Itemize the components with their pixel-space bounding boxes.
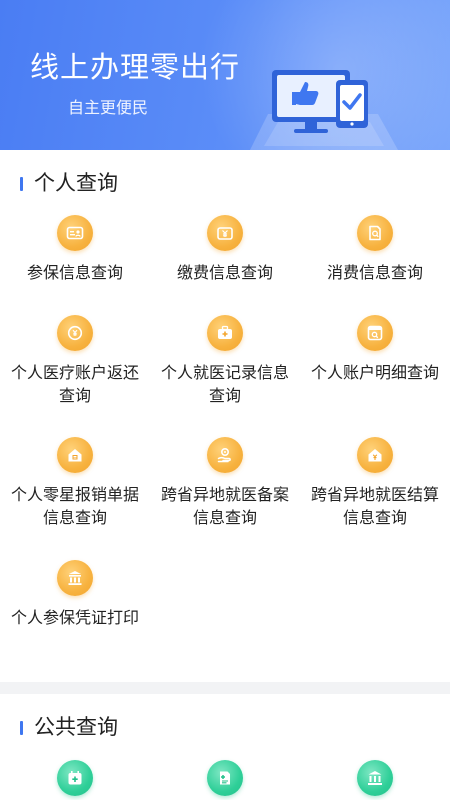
item-label: 缴费信息查询 — [176, 263, 273, 282]
banner-title: 线上办理零出行 — [30, 50, 241, 84]
public-item-2[interactable] — [150, 760, 300, 800]
item-insurance-certificate-print[interactable]: 个人参保凭证打印 — [0, 560, 150, 650]
item-insurance-info[interactable]: 参保信息查询 — [0, 215, 150, 295]
public-query-section: 公共查询 — [0, 694, 450, 800]
house-document-icon — [57, 437, 93, 473]
item-label: 参保信息查询 — [26, 263, 123, 282]
public-item-1[interactable] — [0, 760, 150, 800]
item-label: 跨省异地就医结算信息查询 — [310, 485, 439, 527]
refund-yuan-icon — [57, 315, 93, 351]
institution-icon — [357, 760, 393, 796]
item-account-detail[interactable]: 个人账户明细查询 — [300, 315, 450, 405]
location-hand-icon — [207, 437, 243, 473]
print-certificate-icon — [57, 560, 93, 596]
item-label: 跨省异地就医备案信息查询 — [160, 485, 289, 527]
personal-query-section: 个人查询 参保信息查询 缴费信息查询 消费信息查询 个人医疗账户返还查询 个人就… — [0, 150, 450, 682]
item-label: 个人零星报销单据信息查询 — [10, 485, 139, 527]
id-card-icon — [57, 215, 93, 251]
item-medical-account-refund[interactable]: 个人医疗账户返还查询 — [0, 315, 150, 405]
public-item-3[interactable] — [300, 760, 450, 800]
banner-subtitle: 自主更便民 — [68, 98, 149, 117]
section-title: 公共查询 — [34, 715, 118, 739]
section-accent-bar — [20, 177, 23, 191]
section-title: 个人查询 — [34, 171, 118, 195]
house-settlement-icon — [357, 437, 393, 473]
medical-record-icon — [207, 760, 243, 796]
top-banner: 线上办理零出行 自主更便民 — [0, 0, 450, 150]
receipt-search-icon — [357, 215, 393, 251]
calendar-plus-icon — [57, 760, 93, 796]
item-label: 个人账户明细查询 — [310, 363, 439, 382]
medical-kit-icon — [207, 315, 243, 351]
item-label: 个人就医记录信息查询 — [160, 363, 289, 405]
item-label: 个人参保凭证打印 — [10, 608, 139, 627]
item-cross-province-filing[interactable]: 跨省异地就医备案信息查询 — [150, 437, 300, 527]
section-accent-bar — [20, 721, 23, 735]
item-medical-record-info[interactable]: 个人就医记录信息查询 — [150, 315, 300, 405]
item-sporadic-reimbursement[interactable]: 个人零星报销单据信息查询 — [0, 437, 150, 527]
account-detail-icon — [357, 315, 393, 351]
item-label: 个人医疗账户返还查询 — [10, 363, 139, 405]
item-label: 消费信息查询 — [326, 263, 423, 282]
yuan-wallet-icon — [207, 215, 243, 251]
item-payment-info[interactable]: 缴费信息查询 — [150, 215, 300, 295]
item-cross-province-settlement[interactable]: 跨省异地就医结算信息查询 — [300, 437, 450, 527]
computer-thumbs-up-illustration — [250, 70, 398, 150]
item-consumption-info[interactable]: 消费信息查询 — [300, 215, 450, 295]
